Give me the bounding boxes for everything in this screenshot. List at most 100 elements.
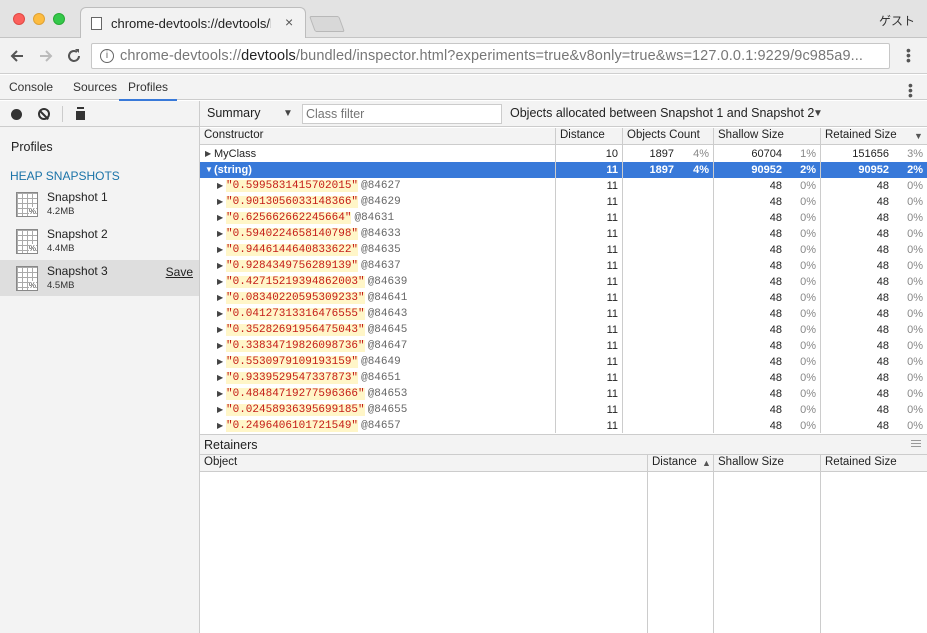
column-divider bbox=[647, 455, 648, 633]
address-bar[interactable]: i chrome-devtools://devtools/bundled/ins… bbox=[91, 43, 890, 69]
collapsed-triangle-icon[interactable]: ▶ bbox=[217, 341, 223, 350]
table-row[interactable]: ▶ "0.9446144640833622" @84635 11 48 0% 48 0% bbox=[200, 242, 927, 258]
profile-label[interactable]: ゲスト bbox=[879, 12, 915, 29]
objects-count-value: 1897 bbox=[649, 148, 674, 160]
table-row[interactable]: ▶ "0.02458936395699185" @84655 11 48 0% 48 0% bbox=[200, 402, 927, 418]
collapsed-triangle-icon[interactable]: ▶ bbox=[217, 293, 223, 302]
column-object[interactable]: Object bbox=[204, 456, 237, 468]
retained-size-value: 48 bbox=[876, 276, 889, 288]
column-distance[interactable]: Distance bbox=[652, 456, 697, 468]
trash-icon[interactable] bbox=[76, 109, 85, 120]
collapsed-triangle-icon[interactable]: ▶ bbox=[217, 213, 223, 222]
table-row[interactable]: ▶ "0.5995831415702015" @84627 11 48 0% 48 0% bbox=[200, 178, 927, 194]
collapsed-triangle-icon[interactable]: ▶ bbox=[217, 389, 223, 398]
info-icon[interactable]: i bbox=[100, 49, 114, 63]
collapsed-triangle-icon[interactable]: ▶ bbox=[217, 245, 223, 254]
snapshot-size: 4.2MB bbox=[47, 206, 75, 217]
collapsed-triangle-icon[interactable]: ▶ bbox=[217, 277, 223, 286]
collapsed-triangle-icon[interactable]: ▶ bbox=[217, 421, 223, 430]
expanded-triangle-icon[interactable]: ▼ bbox=[205, 165, 213, 174]
url-text[interactable]: chrome-devtools://devtools/bundled/inspe… bbox=[120, 48, 863, 64]
table-row[interactable]: ▶ "0.08340220595309233" @84641 11 48 0% 48 0% bbox=[200, 290, 927, 306]
table-row[interactable]: ▶ "0.35282691956475043" @84645 11 48 0% 48 0% bbox=[200, 322, 927, 338]
table-row[interactable]: ▶ "0.9013056033148366" @84629 11 48 0% 48 0% bbox=[200, 194, 927, 210]
retained-size-percent: 0% bbox=[907, 372, 923, 384]
table-row[interactable]: ▼ (string) 11 1897 4% 90952 2% 90952 2% bbox=[200, 162, 927, 178]
view-select[interactable]: Summary bbox=[207, 106, 260, 120]
column-distance[interactable]: Distance bbox=[560, 129, 605, 141]
record-icon[interactable] bbox=[11, 109, 22, 120]
table-row[interactable]: ▶ "0.42715219394862003" @84639 11 48 0% 48 0% bbox=[200, 274, 927, 290]
resize-handle-icon[interactable] bbox=[911, 440, 921, 447]
table-row[interactable]: ▶ "0.33834719826098736" @84647 11 48 0% 48 0% bbox=[200, 338, 927, 354]
object-id: @84627 bbox=[361, 180, 401, 192]
column-retained-size[interactable]: Retained Size bbox=[825, 456, 897, 468]
distance-value: 11 bbox=[606, 260, 618, 272]
shallow-size-percent: 1% bbox=[800, 148, 816, 160]
table-row[interactable]: ▶ "0.9339529547337873" @84651 11 48 0% 48 0% bbox=[200, 370, 927, 386]
tab-sources[interactable]: Sources bbox=[73, 80, 117, 94]
table-row[interactable]: ▶ "0.5940224658140798" @84633 11 48 0% 48 0% bbox=[200, 226, 927, 242]
objects-count-value: 1897 bbox=[649, 164, 674, 176]
zoom-window-button[interactable] bbox=[53, 13, 65, 25]
collapsed-triangle-icon[interactable]: ▶ bbox=[217, 181, 223, 190]
class-filter-input[interactable] bbox=[302, 104, 502, 124]
collapsed-triangle-icon[interactable]: ▶ bbox=[217, 373, 223, 382]
table-row[interactable]: ▶ "0.2496406101721549" @84657 11 48 0% 48 0% bbox=[200, 418, 927, 433]
tab-console[interactable]: Console bbox=[9, 80, 53, 94]
string-value: "0.08340220595309233" bbox=[226, 292, 365, 304]
string-instance: "0.04127313316476555" @84643 bbox=[226, 307, 407, 320]
table-row[interactable]: ▶ "0.625662662245664" @84631 11 48 0% 48 0% bbox=[200, 210, 927, 226]
shallow-size-percent: 2% bbox=[800, 164, 816, 176]
retained-size-percent: 0% bbox=[907, 244, 923, 256]
table-row[interactable]: ▶ "0.04127313316476555" @84643 11 48 0% 48 0% bbox=[200, 306, 927, 322]
table-row[interactable]: ▶ "0.5530979109193159" @84649 11 48 0% 48 0% bbox=[200, 354, 927, 370]
collapsed-triangle-icon[interactable]: ▶ bbox=[205, 149, 211, 158]
collapsed-triangle-icon[interactable]: ▶ bbox=[217, 405, 223, 414]
collapsed-triangle-icon[interactable]: ▶ bbox=[217, 309, 223, 318]
snapshot-icon: % bbox=[16, 229, 38, 254]
snapshot-item-2[interactable]: % Snapshot 2 4.4MB bbox=[0, 223, 199, 259]
back-arrow-icon[interactable] bbox=[9, 48, 25, 64]
retained-size-percent: 0% bbox=[907, 356, 923, 368]
table-row[interactable]: ▶ "0.48484719277596366" @84653 11 48 0% 48 0% bbox=[200, 386, 927, 402]
string-instance: "0.48484719277596366" @84653 bbox=[226, 387, 407, 400]
minimize-window-button[interactable] bbox=[33, 13, 45, 25]
save-snapshot-link[interactable]: Save bbox=[166, 265, 193, 279]
forward-arrow-icon[interactable] bbox=[38, 48, 54, 64]
collapsed-triangle-icon[interactable]: ▶ bbox=[217, 325, 223, 334]
column-constructor[interactable]: Constructor bbox=[204, 129, 263, 141]
column-shallow-size[interactable]: Shallow Size bbox=[718, 456, 784, 468]
tab-close-icon[interactable]: × bbox=[285, 14, 293, 30]
shallow-size-value: 48 bbox=[769, 260, 782, 272]
clear-icon[interactable] bbox=[38, 108, 50, 120]
column-objects-count[interactable]: Objects Count bbox=[627, 129, 700, 141]
collapsed-triangle-icon[interactable]: ▶ bbox=[217, 357, 223, 366]
devtools-menu-icon[interactable]: • • • bbox=[908, 78, 913, 102]
string-instance: "0.02458936395699185" @84655 bbox=[226, 403, 407, 416]
string-value: "0.48484719277596366" bbox=[226, 388, 365, 400]
browser-menu-icon[interactable]: • • • bbox=[906, 43, 911, 67]
collapsed-triangle-icon[interactable]: ▶ bbox=[217, 261, 223, 270]
collapsed-triangle-icon[interactable]: ▶ bbox=[217, 229, 223, 238]
retained-size-value: 90952 bbox=[858, 164, 889, 176]
shallow-size-value: 48 bbox=[769, 404, 782, 416]
chevron-down-icon[interactable]: ▼ bbox=[283, 108, 293, 119]
column-shallow-size[interactable]: Shallow Size bbox=[718, 129, 784, 141]
string-instance: "0.625662662245664" @84631 bbox=[226, 211, 394, 224]
browser-tab[interactable]: chrome-devtools://devtools/bundled/inspe… bbox=[80, 7, 306, 39]
snapshot-item-3[interactable]: % Snapshot 3 4.5MB Save bbox=[0, 260, 199, 296]
snapshot-item-1[interactable]: % Snapshot 1 4.2MB bbox=[0, 186, 199, 222]
tab-profiles[interactable]: Profiles bbox=[119, 80, 178, 101]
snapshot-icon: % bbox=[16, 192, 38, 217]
new-tab-button[interactable] bbox=[309, 16, 345, 32]
close-window-button[interactable] bbox=[13, 13, 25, 25]
column-retained-size[interactable]: Retained Size bbox=[825, 129, 897, 141]
collapsed-triangle-icon[interactable]: ▶ bbox=[217, 197, 223, 206]
table-row[interactable]: ▶ "0.9284349756289139" @84637 11 48 0% 48 0% bbox=[200, 258, 927, 274]
chevron-down-icon[interactable]: ▼ bbox=[813, 108, 823, 119]
table-row[interactable]: ▶ MyClass 10 1897 4% 60704 1% 151656 3% bbox=[200, 146, 927, 162]
toolbar-divider bbox=[62, 106, 63, 122]
reload-icon[interactable] bbox=[66, 48, 82, 64]
range-select[interactable]: Objects allocated between Snapshot 1 and… bbox=[510, 106, 814, 120]
